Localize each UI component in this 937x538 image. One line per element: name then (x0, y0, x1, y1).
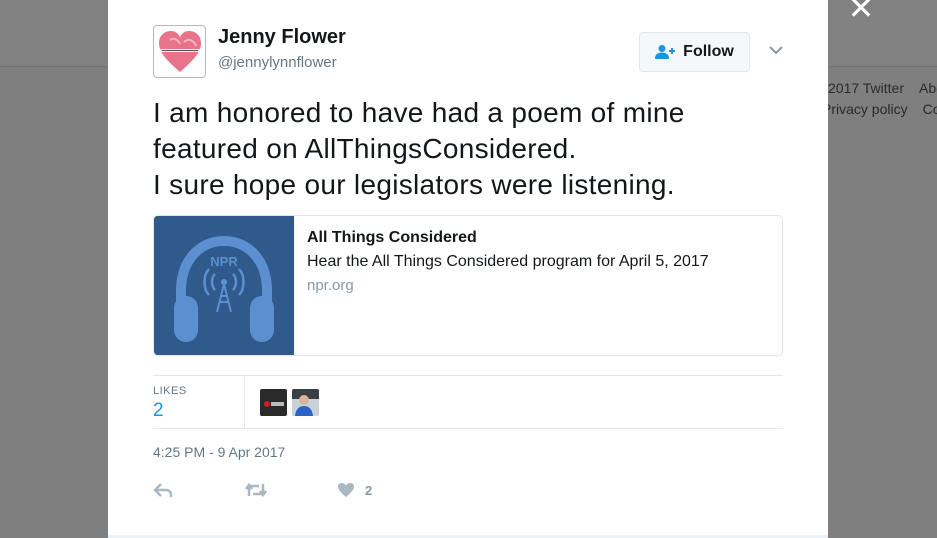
retweet-icon (245, 482, 267, 498)
heart-outline-icon (338, 483, 354, 497)
retweet-button[interactable] (245, 480, 267, 500)
likes-label: LIKES (153, 385, 187, 397)
npr-headphones-icon: NPR (154, 216, 294, 355)
card-thumbnail: NPR (154, 216, 294, 355)
reply-button[interactable] (153, 480, 173, 500)
tweet-stats: LIKES 2 (153, 375, 783, 429)
author-handle[interactable]: @jennylynnflower (218, 54, 337, 71)
author-name[interactable]: Jenny Flower (218, 26, 346, 49)
card-domain: npr.org (307, 277, 354, 294)
follow-button[interactable]: Follow (639, 32, 750, 72)
liker-avatar-image (292, 389, 319, 416)
follow-label: Follow (683, 43, 734, 60)
tweet-text-line: I am honored to have had a poem of mine (153, 97, 685, 128)
card-body: All Things Considered Hear the All Thing… (294, 216, 722, 355)
tweet-modal: Jenny Flower @jennylynnflower Follow I a… (108, 0, 828, 538)
footer-about-link[interactable]: About (919, 78, 937, 99)
likes-count: 2 (153, 400, 164, 421)
liker-avatar-image (260, 389, 287, 416)
background-footer: 2017 Twitter About Privacy policy Cookie… (822, 78, 937, 120)
more-options-button[interactable] (768, 42, 784, 58)
tweet-text-line: I sure hope our legislators were listeni… (153, 169, 675, 200)
tweet-timestamp[interactable]: 4:25 PM - 9 Apr 2017 (153, 444, 285, 460)
add-user-icon (655, 45, 676, 59)
author-avatar[interactable] (153, 25, 206, 78)
footer-copyright: 2017 Twitter (828, 80, 905, 96)
heart-icon (158, 30, 201, 72)
reply-icon (153, 483, 173, 497)
tweet-text-line: featured on AllThingsConsidered. (153, 133, 577, 164)
npr-logo-text: NPR (210, 254, 238, 269)
link-card[interactable]: NPR All Things Considered Hear the All T… (153, 215, 783, 356)
close-icon[interactable]: ✕ (847, 0, 875, 24)
liker-avatar[interactable] (292, 389, 319, 416)
footer-cookies-link[interactable]: Cookies (923, 99, 937, 120)
like-count: 2 (365, 482, 373, 498)
card-title: All Things Considered (307, 229, 477, 246)
card-description: Hear the All Things Considered program f… (307, 253, 709, 270)
footer-privacy-link[interactable]: Privacy policy (822, 99, 908, 120)
liker-avatar[interactable] (260, 389, 287, 416)
likes-stat[interactable]: LIKES 2 (153, 376, 245, 428)
chevron-down-icon (769, 46, 783, 55)
tweet-text: I am honored to have had a poem of mine … (153, 95, 793, 203)
like-button[interactable]: 2 (337, 480, 372, 500)
